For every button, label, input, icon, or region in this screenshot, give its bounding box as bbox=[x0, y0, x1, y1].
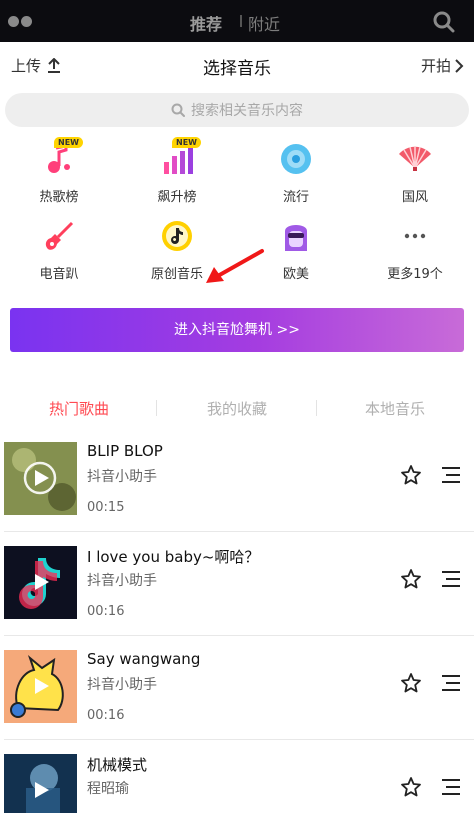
play-icon[interactable] bbox=[4, 650, 77, 723]
tab-local-music[interactable]: 本地音乐 bbox=[316, 398, 474, 419]
new-badge: NEW bbox=[172, 137, 201, 148]
song-title: Say wangwang bbox=[87, 650, 201, 668]
sunglasses-face-icon bbox=[285, 225, 307, 251]
play-icon[interactable] bbox=[4, 546, 77, 619]
row-divider bbox=[4, 531, 474, 532]
song-cover[interactable] bbox=[4, 650, 77, 723]
song-title: 机械模式 bbox=[87, 756, 148, 774]
song-cover[interactable] bbox=[4, 754, 77, 813]
search-icon[interactable] bbox=[433, 11, 455, 33]
row-divider bbox=[4, 635, 474, 636]
start-shooting-button[interactable]: 开拍 bbox=[421, 55, 464, 76]
favorite-star-icon[interactable] bbox=[400, 776, 422, 798]
more-dots-icon bbox=[404, 233, 426, 239]
song-duration: 00:16 bbox=[87, 604, 125, 619]
song-cover[interactable] bbox=[4, 442, 77, 515]
tab-recommend[interactable]: 推荐 bbox=[190, 11, 222, 35]
start-label: 开拍 bbox=[420, 57, 451, 75]
folding-fan-icon bbox=[399, 146, 431, 171]
tab-hot-songs[interactable]: 热门歌曲 bbox=[0, 398, 158, 419]
category-electronic[interactable]: 电音趴 bbox=[0, 211, 118, 282]
song-title: I love you baby~啊哈？ bbox=[87, 548, 260, 566]
favorite-star-icon[interactable] bbox=[400, 672, 422, 694]
category-rising[interactable]: NEW 飙升榜 bbox=[118, 134, 236, 205]
category-label: 电音趴 bbox=[39, 267, 79, 282]
song-menu-icon[interactable] bbox=[441, 778, 461, 796]
music-select-sheet: 上传 选择音乐 开拍 搜索相关音乐内容 NEW 热歌榜 NEW 飙升榜 流行 国… bbox=[0, 42, 474, 813]
row-divider bbox=[4, 739, 474, 740]
song-row[interactable]: 机械模式 程昭瑜 bbox=[0, 754, 474, 813]
search-placeholder: 搜索相关音乐内容 bbox=[191, 103, 303, 119]
annotation-arrow-icon bbox=[206, 249, 264, 283]
song-menu-icon[interactable] bbox=[441, 466, 461, 484]
category-label: 热歌榜 bbox=[39, 190, 79, 205]
play-icon[interactable] bbox=[4, 442, 77, 515]
category-label: 飙升榜 bbox=[157, 190, 197, 205]
sheet-header: 上传 选择音乐 开拍 bbox=[0, 42, 474, 90]
chevron-right-icon bbox=[455, 58, 464, 73]
song-duration: 00:16 bbox=[87, 708, 125, 723]
favorite-star-icon[interactable] bbox=[400, 464, 422, 486]
category-chinese-style[interactable]: 国风 bbox=[356, 134, 474, 205]
search-icon bbox=[171, 103, 185, 117]
dance-machine-banner[interactable]: 进入抖音尬舞机 >> bbox=[10, 308, 464, 352]
song-artist: 抖音小助手 bbox=[87, 469, 157, 485]
song-title: BLIP BLOP bbox=[87, 442, 163, 460]
electric-guitar-icon bbox=[45, 221, 74, 250]
song-artist: 抖音小助手 bbox=[87, 573, 157, 589]
page-title: 选择音乐 bbox=[203, 59, 271, 79]
category-label: 更多19个 bbox=[387, 267, 443, 282]
song-cover[interactable] bbox=[4, 546, 77, 619]
tab-divider bbox=[240, 15, 242, 27]
song-artist: 抖音小助手 bbox=[87, 677, 157, 693]
song-menu-icon[interactable] bbox=[441, 674, 461, 692]
search-input[interactable]: 搜索相关音乐内容 bbox=[5, 93, 469, 127]
music-tabs: 热门歌曲 我的收藏 本地音乐 bbox=[0, 394, 474, 424]
tab-favorites[interactable]: 我的收藏 bbox=[158, 398, 316, 419]
live-icon[interactable] bbox=[8, 16, 32, 27]
category-pop[interactable]: 流行 bbox=[237, 134, 355, 205]
play-icon[interactable] bbox=[4, 754, 77, 813]
song-artist: 程昭瑜 bbox=[87, 781, 129, 797]
favorite-star-icon[interactable] bbox=[400, 568, 422, 590]
song-menu-icon[interactable] bbox=[441, 570, 461, 588]
banner-label: 进入抖音尬舞机 >> bbox=[174, 322, 300, 338]
tab-nearby[interactable]: 附近 bbox=[248, 11, 280, 35]
new-badge: NEW bbox=[54, 137, 83, 148]
category-more[interactable]: 更多19个 bbox=[356, 211, 474, 282]
tiktok-note-icon bbox=[162, 221, 192, 251]
category-label: 流行 bbox=[282, 190, 309, 205]
vinyl-disc-icon bbox=[281, 144, 311, 174]
tab-divider bbox=[156, 400, 157, 416]
song-duration: 00:15 bbox=[87, 500, 125, 515]
category-hot-songs[interactable]: NEW 热歌榜 bbox=[0, 134, 118, 205]
category-label: 国风 bbox=[401, 190, 428, 205]
top-navigation-bar: 推荐 附近 bbox=[0, 0, 474, 42]
